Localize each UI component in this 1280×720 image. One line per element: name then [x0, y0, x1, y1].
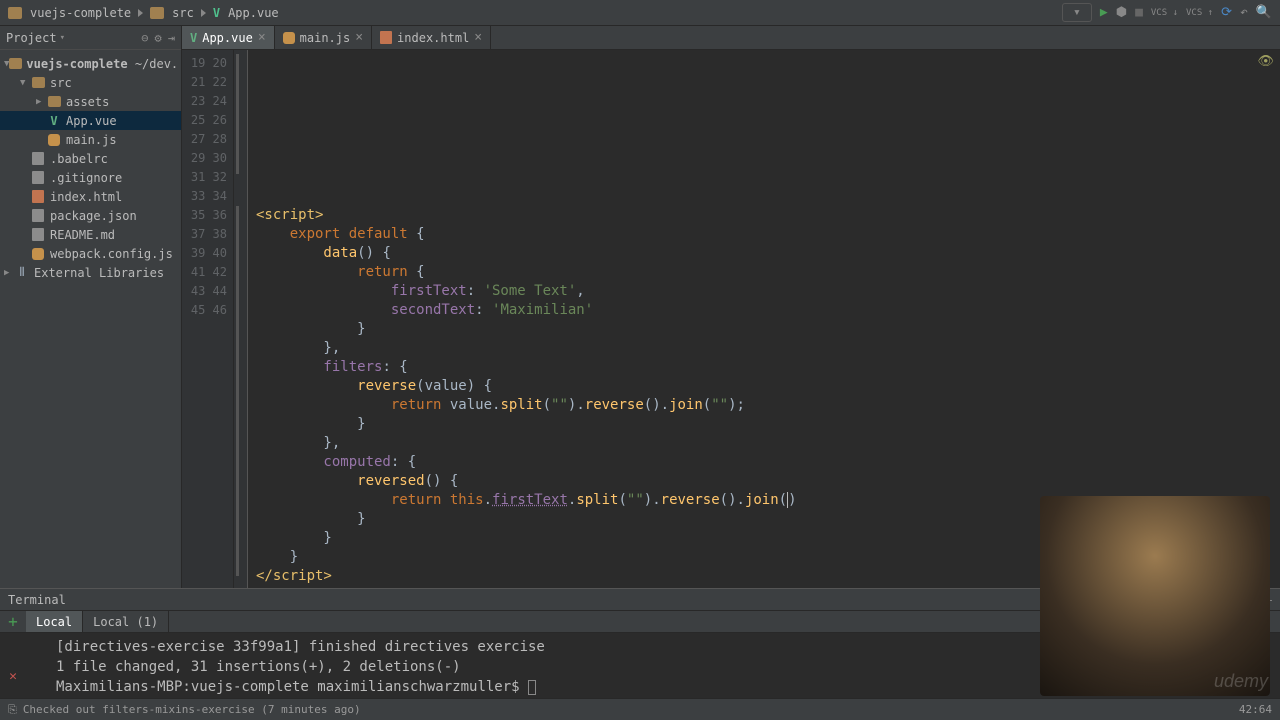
tree-item-App-vue[interactable]: VApp.vue	[0, 111, 181, 130]
folder-icon	[150, 7, 164, 19]
vue-icon: V	[190, 31, 197, 45]
breadcrumb[interactable]: vuejs-complete src V App.vue	[8, 6, 279, 20]
tab-index-html[interactable]: index.html×	[372, 26, 491, 49]
hide-icon[interactable]: ⇥	[168, 31, 175, 45]
js-icon	[283, 32, 295, 44]
vcs-status-icon[interactable]: ⎘	[8, 703, 17, 717]
generic-icon	[30, 171, 46, 184]
close-icon[interactable]: ×	[258, 30, 266, 45]
status-bar: ⎘ Checked out filters-mixins-exercise (7…	[0, 698, 1280, 720]
cursor-position: 42:64	[1239, 703, 1272, 716]
tree-item-main-js[interactable]: main.js	[0, 130, 181, 149]
vcs-push[interactable]: VCS ↑	[1186, 8, 1213, 18]
external-libraries[interactable]: ▶ ⫴ External Libraries	[0, 263, 181, 282]
folder-icon	[46, 96, 62, 107]
generic-icon	[30, 152, 46, 165]
add-terminal-button[interactable]: +	[0, 612, 26, 631]
tree-item--babelrc[interactable]: .babelrc	[0, 149, 181, 168]
run-config-dropdown[interactable]: ▾	[1062, 3, 1092, 22]
generic-icon	[30, 209, 46, 222]
debug-button[interactable]: ⬢	[1116, 5, 1127, 20]
html-icon	[380, 31, 392, 44]
tree-item-README-md[interactable]: README.md	[0, 225, 181, 244]
tree-item-src[interactable]: ▼src	[0, 73, 181, 92]
search-icon[interactable]: 🔍	[1256, 5, 1272, 20]
watermark: udemy	[1214, 671, 1268, 692]
chevron-right-icon	[201, 9, 206, 17]
sync-icon[interactable]: ⟳	[1221, 5, 1232, 20]
tree-item-assets[interactable]: ▶assets	[0, 92, 181, 111]
generic-icon	[30, 228, 46, 241]
tree-item-webpack-config-js[interactable]: webpack.config.js	[0, 244, 181, 263]
terminal-tab[interactable]: Local	[26, 611, 83, 632]
project-tree: ▼ vuejs-complete ~/dev... ▼src▶assetsVAp…	[0, 50, 181, 588]
vcs-pull[interactable]: VCS ↓	[1151, 8, 1178, 18]
fold-column[interactable]	[234, 50, 248, 588]
tree-item--gitignore[interactable]: .gitignore	[0, 168, 181, 187]
html-icon	[30, 190, 46, 203]
breadcrumb-project: vuejs-complete	[30, 6, 131, 20]
chevron-right-icon	[138, 9, 143, 17]
gear-icon[interactable]: ⚙	[155, 31, 162, 45]
webcam-overlay	[1040, 496, 1270, 696]
sidebar-title: Project	[6, 31, 57, 45]
editor-tabs: VApp.vue×main.js×index.html×	[182, 26, 1280, 50]
undo-icon[interactable]: ↶	[1240, 5, 1248, 20]
terminal-title: Terminal	[8, 593, 66, 607]
sidebar-header[interactable]: Project▾ ⊖ ⚙ ⇥	[0, 26, 181, 50]
stop-button[interactable]: ■	[1135, 5, 1143, 20]
inspection-icon[interactable]: 👁	[1257, 54, 1274, 69]
js-icon	[46, 134, 62, 146]
cursor-icon	[528, 680, 536, 695]
folder-icon	[8, 7, 22, 19]
tree-item-index-html[interactable]: index.html	[0, 187, 181, 206]
top-bar: vuejs-complete src V App.vue ▾ ▶ ⬢ ■ VCS…	[0, 0, 1280, 26]
vue-icon: V	[46, 114, 62, 128]
tab-main-js[interactable]: main.js×	[275, 26, 372, 49]
close-icon[interactable]: ×	[355, 30, 363, 45]
tree-root[interactable]: ▼ vuejs-complete ~/dev...	[0, 54, 181, 73]
status-message: Checked out filters-mixins-exercise (7 m…	[23, 703, 361, 716]
tree-item-package-json[interactable]: package.json	[0, 206, 181, 225]
close-icon[interactable]: ×	[474, 30, 482, 45]
collapse-icon[interactable]: ⊖	[141, 31, 148, 45]
line-gutter: 19 20 21 22 23 24 25 26 27 28 29 30 31 3…	[182, 50, 234, 588]
terminal-tab[interactable]: Local (1)	[83, 611, 169, 632]
breadcrumb-folder: src	[172, 6, 194, 20]
breadcrumb-file: App.vue	[228, 6, 279, 20]
vue-icon: V	[213, 6, 220, 20]
folder-icon	[30, 77, 46, 88]
library-icon: ⫴	[14, 265, 30, 280]
run-button[interactable]: ▶	[1100, 5, 1108, 20]
js-icon	[30, 248, 46, 260]
tab-App-vue[interactable]: VApp.vue×	[182, 26, 275, 49]
project-sidebar: Project▾ ⊖ ⚙ ⇥ ▼ vuejs-complete ~/dev...…	[0, 26, 182, 588]
toolbar-right: ▾ ▶ ⬢ ■ VCS ↓ VCS ↑ ⟳ ↶ 🔍	[1062, 3, 1272, 22]
